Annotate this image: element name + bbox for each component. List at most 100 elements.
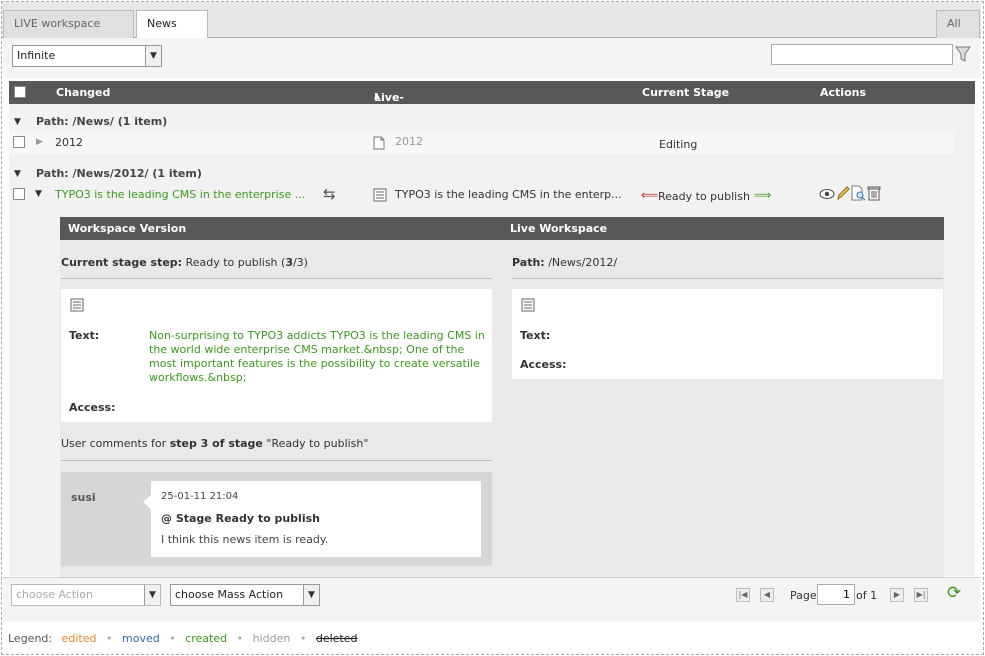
table-row[interactable]: ▶ 2012 2012 Editing <box>9 132 955 154</box>
refresh-icon[interactable]: ⟳ <box>947 583 961 603</box>
row-checkbox[interactable] <box>13 136 25 148</box>
page-icon <box>373 136 385 150</box>
send-back-arrow-icon[interactable]: ⟸ <box>641 188 658 202</box>
detail-header: Workspace Version Live Workspace <box>60 217 944 240</box>
tab-live-workspace[interactable]: LIVE workspace <box>3 10 134 38</box>
preview-eye-icon[interactable] <box>819 188 835 200</box>
depth-select-value: Infinite <box>17 49 56 62</box>
last-page-icon[interactable]: ▶| <box>914 588 928 602</box>
text-label: Text: <box>69 329 100 342</box>
next-page-icon[interactable]: ▶ <box>890 588 904 602</box>
page-total-label: of 1 <box>856 589 878 602</box>
column-changed[interactable]: Changed <box>56 86 110 99</box>
access-label: Access: <box>520 358 567 371</box>
table-row-expanded[interactable]: ▼ TYPO3 is the leading CMS in the enterp… <box>9 183 955 211</box>
content-icon <box>521 298 535 312</box>
legend-separator: • <box>169 632 176 645</box>
trash-icon[interactable] <box>867 185 881 201</box>
tab-label: LIVE workspace <box>14 17 101 30</box>
diff-detail-panel: Workspace Version Live Workspace Current… <box>60 217 944 577</box>
legend-separator: • <box>299 632 307 645</box>
header-workspace-version: Workspace Version <box>68 222 187 235</box>
tab-label: News <box>147 17 177 30</box>
comments-stage: "Ready to publish" <box>262 437 369 450</box>
swap-icon[interactable]: ⇆ <box>323 185 336 203</box>
comment-title: @ Stage Ready to publish <box>161 512 320 525</box>
select-all-checkbox[interactable] <box>14 86 26 98</box>
sort-asc-icon: ▲ <box>374 91 381 100</box>
chevron-down-icon[interactable]: ▼ <box>303 585 319 605</box>
choose-action-value: choose Action <box>16 588 93 601</box>
row-stage: Ready to publish <box>658 190 750 203</box>
group-path: Path: /News/2012/ (1 item) <box>36 167 202 180</box>
access-label: Access: <box>69 401 116 414</box>
chevron-down-icon[interactable]: ▼ <box>144 585 160 605</box>
column-current-stage[interactable]: Current Stage <box>642 86 729 99</box>
row-live-title: 2012 <box>395 135 423 148</box>
legend-deleted: deleted <box>315 632 358 645</box>
tab-news[interactable]: News <box>136 10 208 39</box>
collapse-icon[interactable]: ▼ <box>35 189 42 199</box>
compare-icon[interactable] <box>851 185 866 201</box>
toolbar: Infinite ▼ <box>3 38 980 78</box>
stage-step-total: /3) <box>292 256 308 269</box>
stage-step-num: 3 <box>285 256 293 269</box>
path-value: /News/2012/ <box>548 256 618 269</box>
legend-separator: • <box>236 632 244 645</box>
bottom-toolbar: choose Action ▼ choose Mass Action ▼ |◀ … <box>3 577 980 621</box>
divider <box>61 278 492 279</box>
row-stage: Editing <box>659 138 698 151</box>
depth-select[interactable]: Infinite ▼ <box>12 45 162 67</box>
workspace-version-box: Text: Non-surprising to TYPO3 addicts TY… <box>61 289 492 422</box>
live-workspace-box: Text: Access: <box>512 289 943 379</box>
chevron-down-icon[interactable]: ▼ <box>145 46 161 66</box>
search-input[interactable] <box>771 44 953 65</box>
grid-header: Changed Live-Title ▲ Current Stage Actio… <box>9 81 975 117</box>
content-icon <box>70 298 84 312</box>
stage-step-label: Current stage step: <box>61 256 183 269</box>
choose-action-select[interactable]: choose Action ▼ <box>11 584 161 606</box>
user-comments-heading: User comments for step 3 of stage "Ready… <box>61 437 368 450</box>
edit-pencil-icon[interactable] <box>836 185 850 201</box>
collapse-icon[interactable]: ▼ <box>14 117 21 127</box>
legend-edited: edited <box>61 632 97 645</box>
divider <box>512 278 943 279</box>
workspace-tabbar: LIVE workspace News All <box>2 2 981 39</box>
send-next-arrow-icon[interactable]: ⟹ <box>754 188 771 202</box>
expand-icon[interactable]: ▶ <box>36 137 43 147</box>
comments-step: step 3 of stage <box>169 437 263 450</box>
filter-icon[interactable] <box>955 45 971 63</box>
prev-page-icon[interactable]: ◀ <box>760 588 774 602</box>
first-page-icon[interactable]: |◀ <box>736 588 750 602</box>
legend-label: Legend: <box>8 632 53 645</box>
comment-item: susi 25-01-11 21:04 @ Stage Ready to pub… <box>61 472 492 566</box>
page-label: Page <box>790 589 817 602</box>
choose-mass-action-value: choose Mass Action <box>175 588 284 601</box>
current-stage-step: Current stage step: Ready to publish (3/… <box>61 256 308 269</box>
group-header-news[interactable]: ▼ Path: /News/ (1 item) <box>9 115 409 133</box>
page-number-input[interactable] <box>817 584 855 605</box>
collapse-icon[interactable]: ▼ <box>14 169 21 179</box>
row-changed: 2012 <box>55 136 83 149</box>
comment-body: I think this news item is ready. <box>161 533 329 546</box>
group-path: Path: /News/ (1 item) <box>36 115 168 128</box>
header-live-workspace: Live Workspace <box>510 222 608 235</box>
content-icon <box>373 188 387 202</box>
stage-step-value: Ready to publish ( <box>185 256 286 269</box>
tab-label: All <box>947 17 961 30</box>
live-path: Path: /News/2012/ <box>512 256 617 269</box>
column-actions: Actions <box>820 86 866 99</box>
choose-mass-action-select[interactable]: choose Mass Action ▼ <box>170 584 320 606</box>
comment-bubble: 25-01-11 21:04 @ Stage Ready to publish … <box>143 481 481 557</box>
comment-date: 25-01-11 21:04 <box>161 491 239 502</box>
legend-hidden: hidden <box>252 632 291 645</box>
legend: Legend: edited • moved • created • hidde… <box>8 632 364 645</box>
legend-moved: moved <box>122 632 160 645</box>
tab-all[interactable]: All <box>936 10 980 38</box>
legend-created: created <box>185 632 228 645</box>
divider <box>61 460 492 461</box>
row-live-title: TYPO3 is the leading CMS in the enterp..… <box>395 188 622 201</box>
legend-separator: • <box>106 632 113 645</box>
comment-user: susi <box>71 491 96 504</box>
row-checkbox[interactable] <box>13 188 25 200</box>
